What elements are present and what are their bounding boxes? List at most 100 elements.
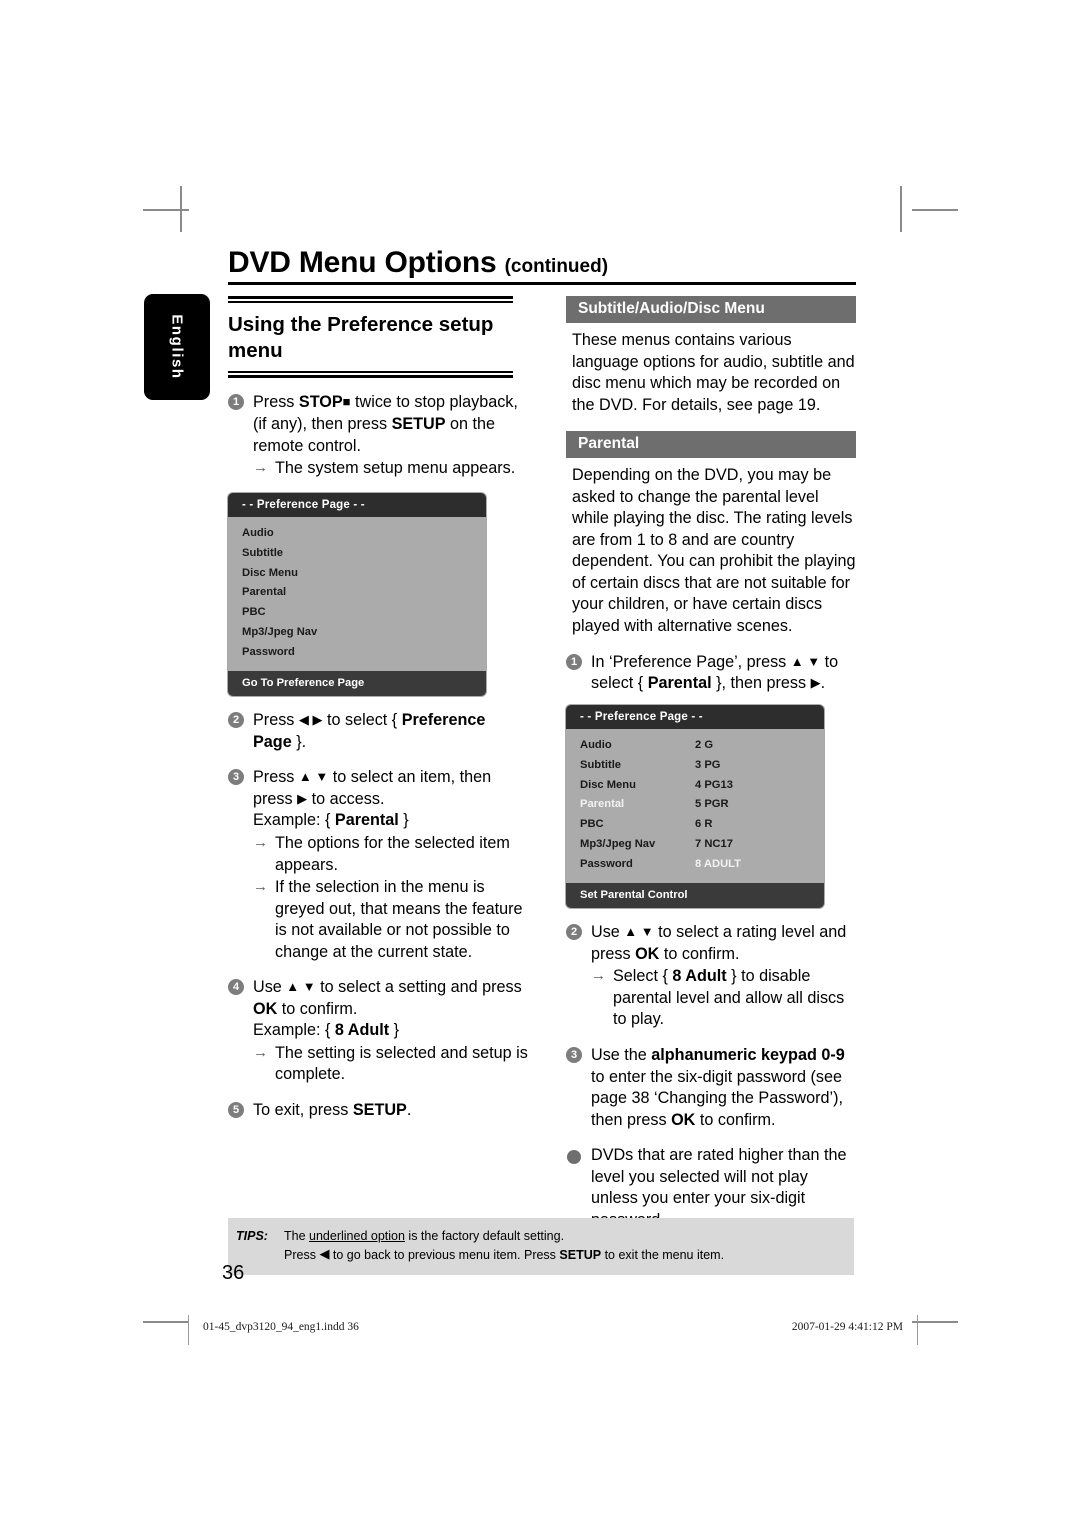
osd2-row: Password 8 ADULT [566,854,824,874]
key-ok: OK [253,999,278,1018]
section-heading: Using the Preference setup menu [228,313,494,363]
left-column: Using the Preference setup menu 1 Press … [228,296,528,1122]
osd2-row: PBC 6 R [566,815,824,835]
section-rule-bottom [228,371,513,379]
parental-step-1: 1 In ‘Preference Page’, press ▲ ▼ to sel… [566,652,856,695]
section-bar-parental: Parental [566,431,856,459]
step-1-note: → The system setup menu appears. [253,458,528,480]
osd2-row: Subtitle 3 PG [566,755,824,775]
osd1-header: - - Preference Page - - [228,492,486,517]
tips-underlined-option: underlined option [309,1229,405,1243]
step-3-text-c: to access. [307,789,385,808]
tips-line-2-wrap: Press ◀ to go back to previous menu item… [284,1246,724,1265]
key-ok: OK [635,944,660,963]
example-close: } [398,811,409,830]
page-title-main: DVD Menu Options [228,246,497,279]
right-arrow-icon: ▶ [297,790,308,806]
language-tab-label: English [168,314,186,380]
arrow-right-icon: → [253,459,268,477]
key-ok: OK [671,1110,696,1129]
step-2-text-a: Press [253,711,299,730]
osd2-row: Audio 2 G [566,736,824,756]
step-5-text-b: . [406,1100,412,1119]
osd1-row-label: Parental [242,586,287,599]
osd1-row: Audio [228,524,486,544]
osd2-items: Audio 2 G Subtitle 3 PG Disc Menu 4 PG13 Pa… [566,729,824,884]
tips-line-1: TIPS: The underlined option is the facto… [228,1227,854,1246]
example-value: Parental [334,811,399,830]
tips-line-1-b: is the factory default setting. [404,1229,565,1243]
tips-line-2-b: to go back to previous menu item. Press [329,1247,560,1262]
osd2-row-label: Disc Menu [580,778,636,791]
step-4-example: Example: { 8 Adult } [253,1020,528,1042]
step-number: 2 [566,924,582,941]
osd1-footer: Go To Preference Page [228,671,486,697]
right-arrow-icon: ▶ [810,675,821,691]
osd2-row-label: PBC [580,818,604,831]
page-header: DVD Menu Options (continued) [228,248,856,285]
step-1-note-text: The system setup menu appears. [275,459,516,478]
step-number: 1 [228,394,244,411]
title-rule [228,282,856,285]
menu-item-parental: Parental [647,674,712,693]
section-2-paragraph: Depending on the DVD, you may be asked t… [572,466,856,636]
print-footer-timestamp: 2007-01-29 4:41:12 PM [791,1321,903,1333]
page-title: DVD Menu Options (continued) [228,248,856,278]
parental-step-1-text-d: . [820,674,826,693]
step-1: 1 Press STOP■ twice to stop playback, (i… [228,392,528,479]
language-tab-english: English [144,294,210,400]
crop-mark-bottom-right-h [912,1321,958,1323]
osd1-row: Mp3/Jpeg Nav [228,623,486,643]
step-number: 4 [228,979,244,996]
osd1-row-label: Password [242,645,295,658]
tips-box: TIPS: The underlined option is the facto… [228,1218,854,1275]
arrow-right-icon: → [253,833,268,851]
step-3-note-2: → If the selection in the menu is greyed… [253,877,528,963]
tips-line-1-a: The [284,1229,310,1243]
parental-step-3-text-c: to confirm. [695,1110,776,1129]
up-down-arrow-icon: ▲ ▼ [286,979,316,995]
key-setup: SETUP [391,415,446,434]
parental-step-2: 2 Use ▲ ▼ to select a rating level and p… [566,922,856,1031]
tips-line-1-wrap: The underlined option is the factory def… [284,1227,564,1246]
parental-step-2-note: → Select { 8 Adult } to disable parental… [591,966,856,1031]
print-footer-filename: 01-45_dvp3120_94_eng1.indd 36 [203,1321,359,1333]
step-3: 3 Press ▲ ▼ to select an item, then pres… [228,767,528,963]
parental-step-2-text-a: Use [591,923,625,942]
step-number: 5 [228,1101,244,1118]
key-alphanumeric-keypad: alphanumeric keypad 0-9 [651,1045,845,1064]
section-rule-top [228,296,513,303]
up-down-arrow-icon: ▲ ▼ [624,924,654,940]
osd2-row-value: 3 PG [695,758,721,771]
osd1-row-label: PBC [242,606,266,619]
step-4-text-c: to confirm. [277,999,358,1018]
crop-mark-bottom-left-h [143,1321,189,1323]
osd2-row-label: Mp3/Jpeg Nav [580,837,656,850]
step-4-text-b: to select a setting and press [315,978,522,997]
osd-preference-page-2: - - Preference Page - - Audio 2 G Subtitl… [566,704,824,909]
crop-mark-top-right-h [912,209,958,211]
arrow-right-icon: → [253,878,268,896]
osd2-row-value: 4 PG13 [695,778,733,791]
bullet-dot-icon [567,1150,581,1165]
tips-line-2-a: Press [284,1247,320,1262]
step-number: 3 [228,769,244,786]
step-5: 5 To exit, press SETUP. [228,1100,528,1122]
example-value: 8 Adult [334,1021,390,1040]
osd1-row-label: Mp3/Jpeg Nav [242,625,318,638]
step-3-example: Example: { Parental } [253,810,528,832]
up-down-arrow-icon: ▲ ▼ [790,653,821,669]
tips-line-2-c: to exit the menu item. [601,1247,725,1262]
tips-label: TIPS: [236,1229,268,1243]
osd2-row-value: 2 G [695,738,714,751]
arrow-right-icon: → [253,1043,268,1061]
step-2: 2 Press ◀ ▶ to select { Preference Page … [228,710,528,753]
parental-step-3: 3 Use the alphanumeric keypad 0-9 to ent… [566,1045,856,1131]
osd1-row-label: Disc Menu [242,566,298,579]
osd2-row-selected: Parental 5 PGR [566,795,824,815]
osd1-row: Password [228,642,486,662]
step-3-note-2-text: If the selection in the menu is greyed o… [275,878,523,961]
osd2-header: - - Preference Page - - [566,704,824,729]
step-4-text-a: Use [253,978,287,997]
example-label: Example: { [253,811,335,830]
